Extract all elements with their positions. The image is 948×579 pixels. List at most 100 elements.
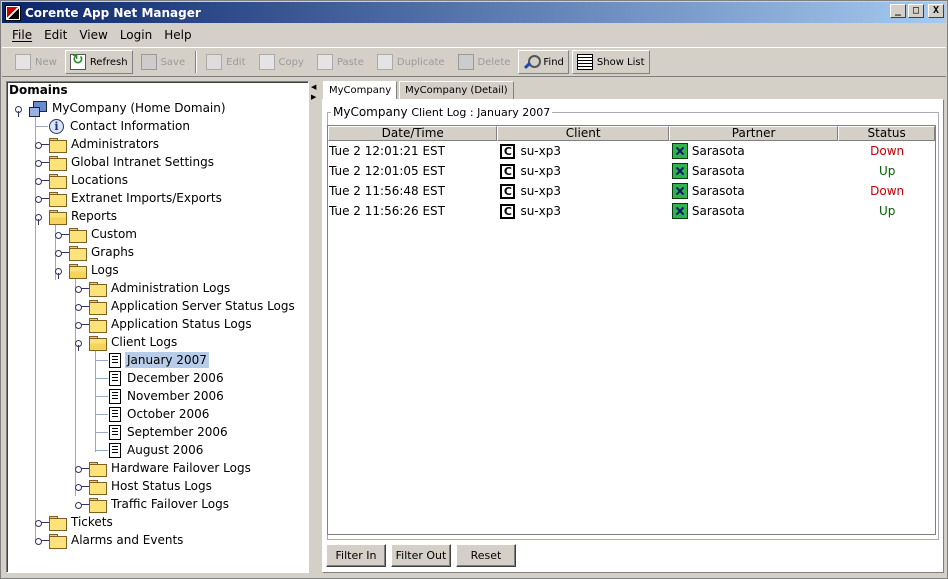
app-logo-icon	[5, 4, 21, 21]
tree-expand-handle[interactable]	[35, 534, 49, 545]
log-page-icon	[109, 352, 121, 368]
maximize-button[interactable]: □	[908, 4, 924, 18]
tree-item-traffic-failover-logs[interactable]: Traffic Failover Logs	[89, 495, 231, 513]
tree-item-locations[interactable]: Locations	[49, 171, 130, 189]
tab-mycompany[interactable]: MyCompany	[323, 81, 398, 100]
tree-expand-handle[interactable]	[75, 282, 89, 293]
col-client-header[interactable]: Client	[497, 126, 669, 141]
folder-icon	[49, 155, 67, 171]
tree-expand-handle[interactable]	[75, 318, 89, 329]
client-name: su-xp3	[520, 164, 561, 178]
panel-title-domain: MyCompany	[333, 105, 408, 119]
tree-item-reports[interactable]: Reports	[49, 207, 119, 225]
tree-item-january-2007[interactable]: January 2007	[109, 351, 209, 369]
tree-item-tickets[interactable]: Tickets	[49, 513, 115, 531]
tree-expand-handle[interactable]	[55, 228, 69, 239]
table-row[interactable]: Tue 2 12:01:21 EST Csu-xp3 Sarasota Down	[328, 141, 935, 161]
show-list-button[interactable]: Show List	[571, 50, 650, 74]
tree-item-mycompany-home-domain[interactable]: MyCompany (Home Domain)	[29, 99, 228, 117]
table-row[interactable]: Tue 2 11:56:48 EST Csu-xp3 Sarasota Down	[328, 181, 935, 201]
table-row[interactable]: Tue 2 12:01:05 EST Csu-xp3 Sarasota Up	[328, 161, 935, 181]
tree-connector	[36, 126, 48, 127]
tree-expand-handle[interactable]	[35, 210, 45, 225]
refresh-button[interactable]: Refresh	[64, 50, 133, 74]
tree-item-label: Alarms and Events	[71, 533, 184, 547]
tree-item-december-2006[interactable]: December 2006	[109, 369, 226, 387]
tree-item-september-2006[interactable]: September 2006	[109, 423, 230, 441]
toolbar-separator	[195, 51, 198, 73]
copy-button[interactable]: Copy	[254, 50, 309, 74]
folder-icon	[69, 227, 87, 243]
tree-expand-handle[interactable]	[75, 480, 89, 491]
paste-button[interactable]: Paste	[312, 50, 369, 74]
tree-item-host-status-logs[interactable]: Host Status Logs	[89, 477, 214, 495]
tree-expand-handle[interactable]	[75, 462, 89, 473]
tree-expand-handle[interactable]	[35, 138, 49, 149]
tree-item-extranet-imports-exports[interactable]: Extranet Imports/Exports	[49, 189, 224, 207]
tree-item-october-2006[interactable]: October 2006	[109, 405, 211, 423]
tree-expand-handle[interactable]	[75, 300, 89, 311]
tree-expand-handle[interactable]	[35, 192, 49, 203]
tree-item-alarms-and-events[interactable]: Alarms and Events	[49, 531, 185, 549]
col-datetime-header[interactable]: Date/Time	[328, 126, 498, 141]
folder-icon	[49, 515, 67, 531]
tree-item-november-2006[interactable]: November 2006	[109, 387, 226, 405]
save-button[interactable]: Save	[136, 50, 191, 74]
tree-expand-handle[interactable]	[55, 246, 69, 257]
col-partner-header[interactable]: Partner	[668, 126, 839, 141]
cell-client: Csu-xp3	[497, 203, 668, 219]
tree-item-global-intranet-settings[interactable]: Global Intranet Settings	[49, 153, 216, 171]
cell-datetime: Tue 2 12:01:05 EST	[329, 164, 445, 178]
tree-item-application-server-status-logs[interactable]: Application Server Status Logs	[89, 297, 297, 315]
close-button[interactable]: X	[928, 4, 944, 18]
save-button-label: Save	[160, 56, 186, 68]
reset-button[interactable]: Reset	[456, 544, 516, 567]
filter-out-button[interactable]: Filter Out	[391, 544, 451, 567]
find-button[interactable]: Find	[518, 50, 569, 74]
tree-item-application-status-logs[interactable]: Application Status Logs	[89, 315, 254, 333]
tree-item-client-logs[interactable]: Client Logs	[89, 333, 179, 351]
minimize-button[interactable]: _	[890, 4, 906, 18]
menu-login[interactable]: Login	[114, 28, 158, 42]
collapse-left-icon[interactable]: ◀	[311, 83, 316, 91]
tree-expand-handle[interactable]	[55, 264, 65, 279]
tree-item-label: October 2006	[127, 407, 210, 421]
tree-item-custom[interactable]: Custom	[69, 225, 139, 243]
tab-mycompany-detail[interactable]: MyCompany (Detail)	[399, 81, 514, 100]
tree-item-administrators[interactable]: Administrators	[49, 135, 161, 153]
tree-item-august-2006[interactable]: August 2006	[109, 441, 205, 459]
tree-item-logs[interactable]: Logs	[69, 261, 121, 279]
show-list-button-label: Show List	[596, 56, 645, 68]
title-bar[interactable]: Corente App Net Manager _ □ X	[2, 2, 946, 23]
tree-item-label: Traffic Failover Logs	[111, 497, 229, 511]
col-status-header[interactable]: Status	[838, 126, 935, 141]
menu-file[interactable]: File	[6, 28, 38, 42]
tree-expand-handle[interactable]	[35, 516, 49, 527]
filter-in-button[interactable]: Filter In	[326, 544, 386, 567]
menu-help[interactable]: Help	[158, 28, 197, 42]
tree-item-contact-information[interactable]: Contact Information	[49, 117, 192, 135]
tree-expand-handle[interactable]	[75, 336, 85, 351]
panel-splitter[interactable]: ◀ ▶	[310, 81, 318, 573]
menu-view[interactable]: View	[73, 28, 113, 42]
tree-expand-handle[interactable]	[75, 498, 89, 509]
tree-item-administration-logs[interactable]: Administration Logs	[89, 279, 232, 297]
duplicate-button[interactable]: Duplicate	[372, 50, 450, 74]
tree-expand-handle[interactable]	[15, 102, 25, 117]
menu-edit[interactable]: Edit	[38, 28, 73, 42]
tree-expand-handle[interactable]	[35, 174, 49, 185]
collapse-right-icon[interactable]: ▶	[311, 93, 316, 101]
toolbar: New Refresh Save Edit Copy Paste Duplica…	[2, 47, 946, 77]
edit-button[interactable]: Edit	[201, 50, 250, 74]
tree-item-graphs[interactable]: Graphs	[69, 243, 136, 261]
delete-button[interactable]: Delete	[453, 50, 516, 74]
cell-client: Csu-xp3	[497, 163, 668, 179]
window-controls: _ □ X	[888, 4, 944, 18]
table-row[interactable]: Tue 2 11:56:26 EST Csu-xp3 Sarasota Up	[328, 201, 935, 221]
tree-item-label: January 2007	[125, 352, 209, 368]
new-button[interactable]: New	[10, 50, 62, 74]
tree-item-hardware-failover-logs[interactable]: Hardware Failover Logs	[89, 459, 253, 477]
tree-connector	[96, 432, 108, 433]
tree-expand-handle[interactable]	[35, 156, 49, 167]
tree-item-label: Contact Information	[70, 119, 190, 133]
